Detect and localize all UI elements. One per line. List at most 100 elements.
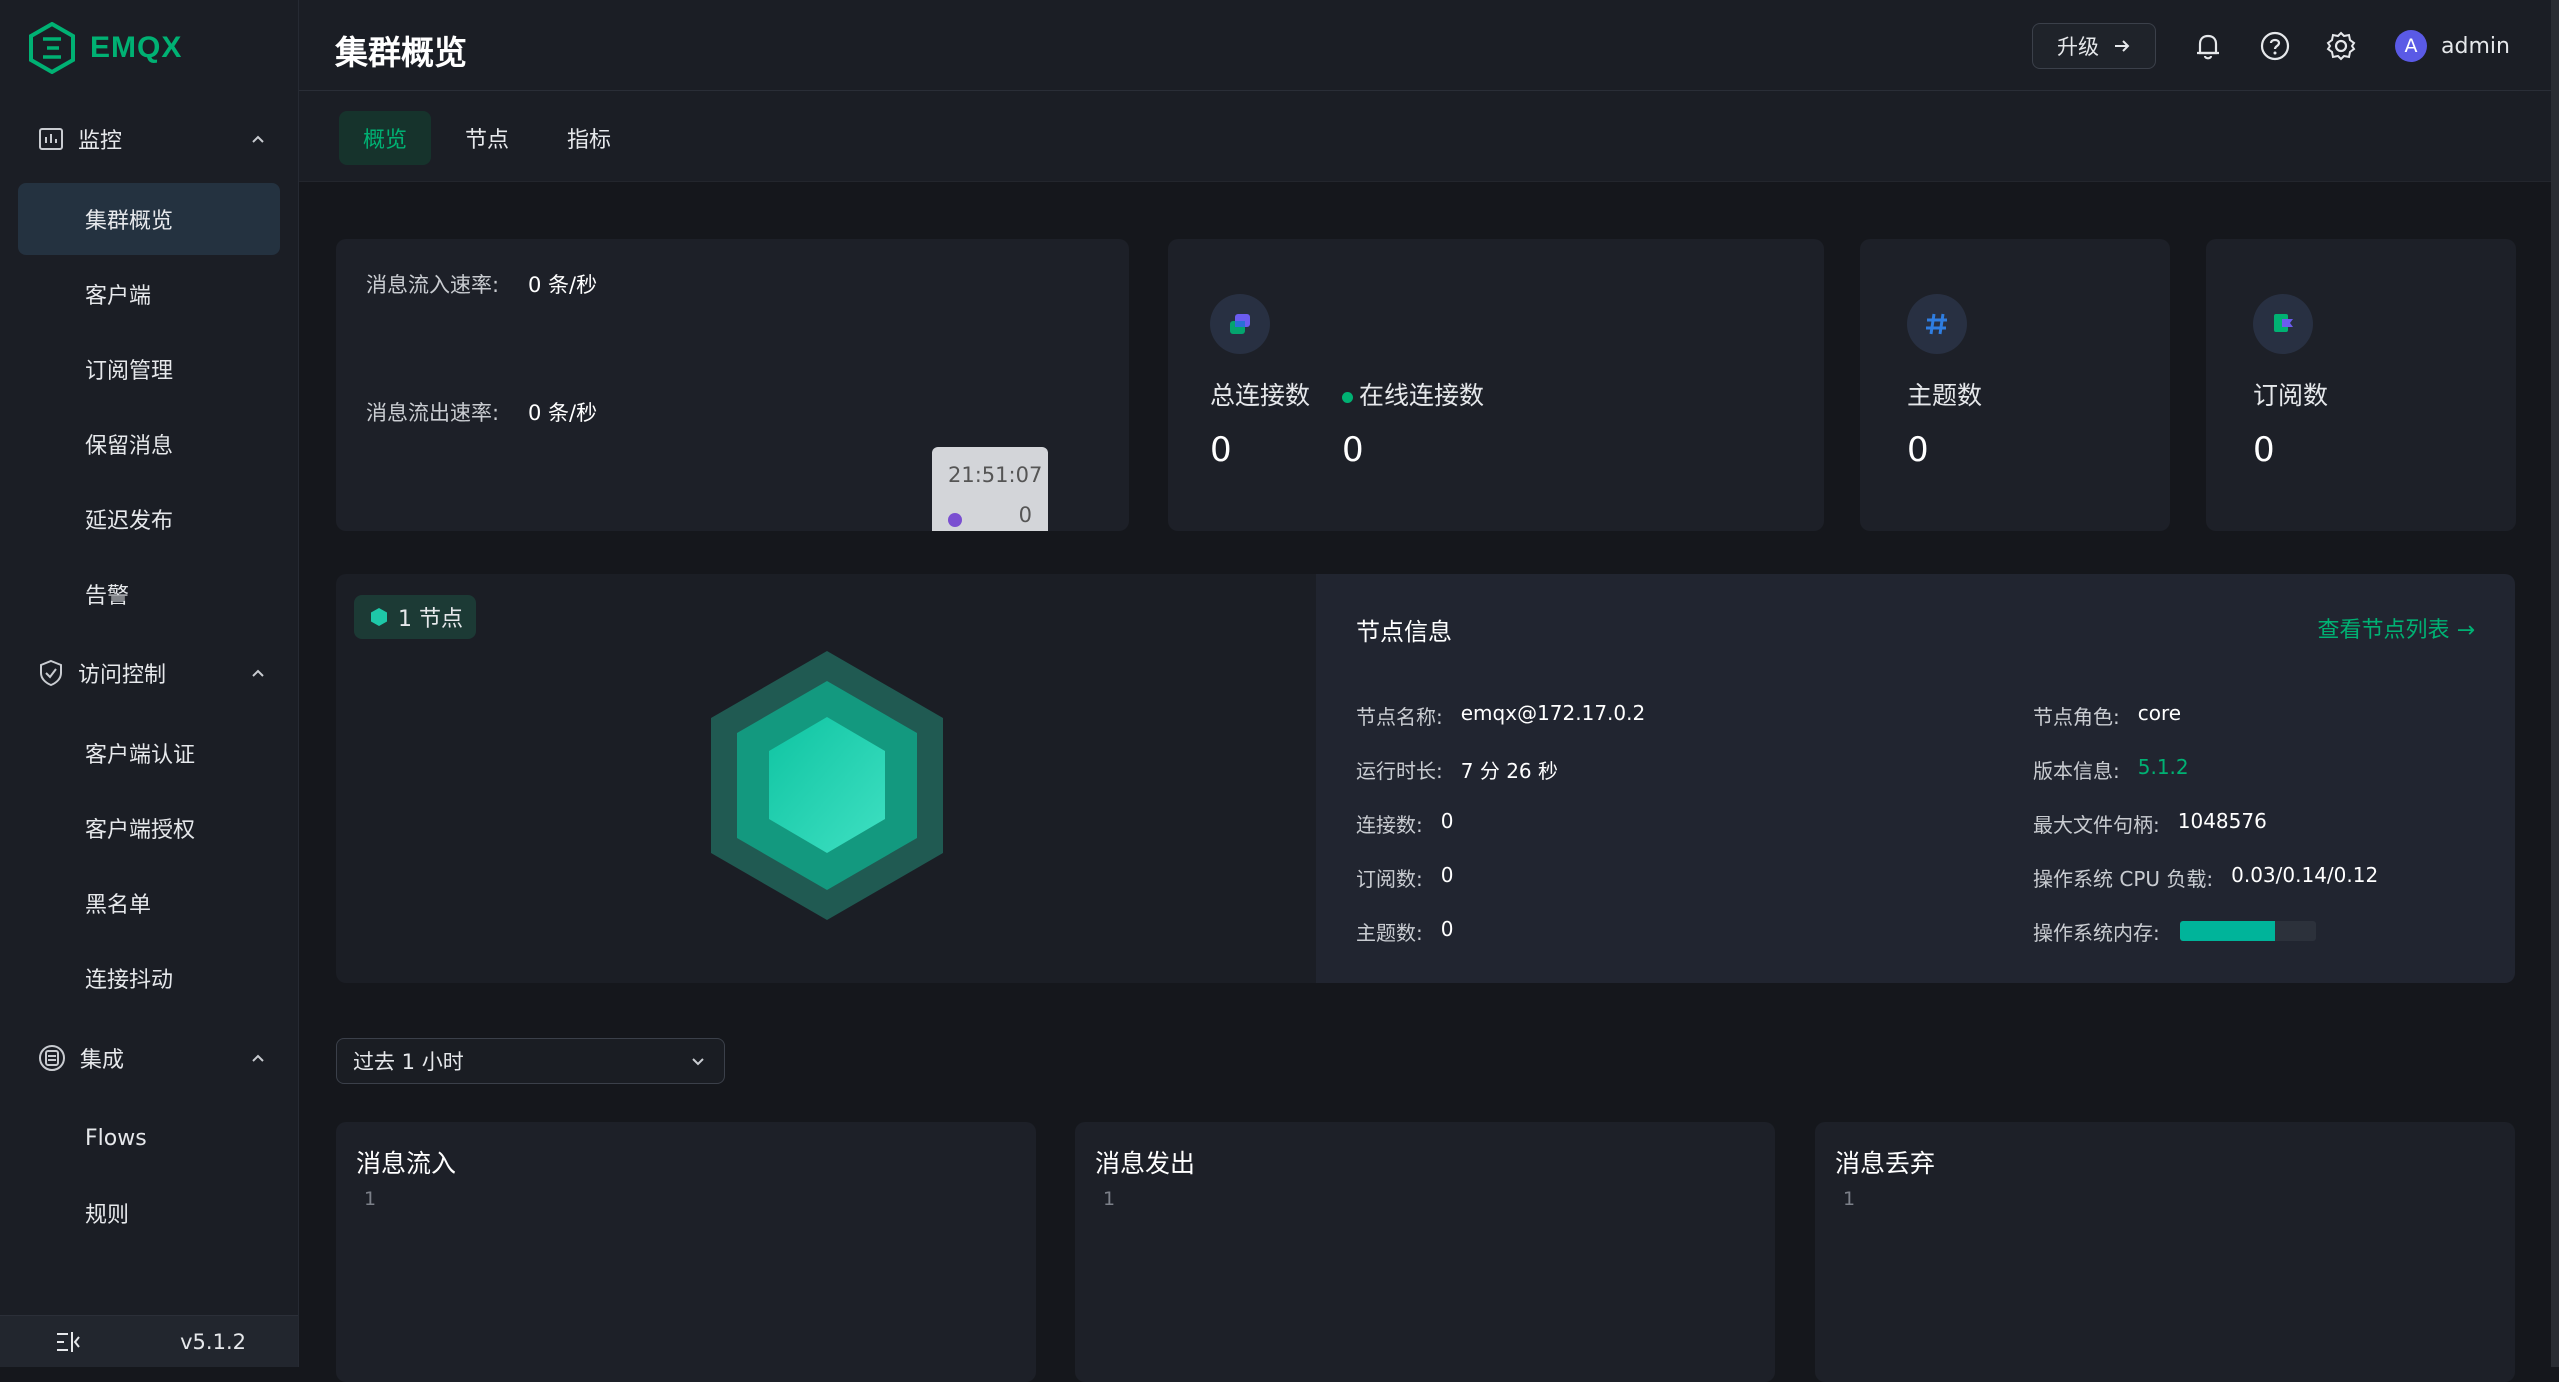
topics-key: 主题数: <box>1356 921 1423 945</box>
topics-label: 主题数 <box>1907 381 1983 410</box>
memory-row: 操作系统内存: <box>2033 917 2160 946</box>
subscription-icon <box>2253 294 2313 354</box>
metric-card-sent: 消息发出 1 <box>1075 1122 1775 1382</box>
metric-title: 消息发出 <box>1095 1149 1196 1178</box>
sidebar-item-authz[interactable]: 客户端授权 <box>18 792 280 864</box>
arrow-right-icon <box>2115 40 2130 52</box>
user-menu[interactable]: A admin <box>2395 30 2510 62</box>
top-header: 集群概览 升级 A admin <box>299 0 2551 91</box>
bell-icon[interactable] <box>2192 30 2224 62</box>
view-node-list-link[interactable]: 查看节点列表 → <box>2318 612 2475 644</box>
total-connections-value: 0 <box>1210 430 1232 470</box>
uptime-row: 运行时长: 7 分 26 秒 <box>1356 755 1558 784</box>
arrow-right-icon: → <box>2456 618 2475 643</box>
nav-group-label: 集成 <box>80 1048 125 1073</box>
metric-title: 消息丢弃 <box>1835 1149 1936 1178</box>
chevron-up-icon <box>252 669 264 677</box>
sidebar-item-cluster-overview[interactable]: 集群概览 <box>18 183 280 255</box>
online-status-dot <box>1342 391 1353 403</box>
subscriptions-count-value: 0 <box>1440 863 1454 887</box>
sidebar-item-subscriptions[interactable]: 订阅管理 <box>18 333 280 405</box>
integration-icon <box>39 1045 65 1071</box>
rate-out-label: 消息流出速率: <box>366 401 500 425</box>
hexagon-icon <box>371 608 387 626</box>
tab-overview[interactable]: 概览 <box>339 111 432 165</box>
sidebar-item-label: 客户端认证 <box>85 743 196 768</box>
sidebar-item-delayed[interactable]: 延迟发布 <box>18 483 280 555</box>
message-rate-card: 消息流入速率: 0 条/秒 消息流出速率: 0 条/秒 21:51:07 0 <box>336 239 1129 531</box>
help-icon[interactable] <box>2259 30 2291 62</box>
sidebar-item-label: 黑名单 <box>85 893 152 918</box>
sidebar-item-clients[interactable]: 客户端 <box>18 258 280 330</box>
nav-group-integration[interactable]: 集成 <box>38 1038 268 1078</box>
sidebar-item-alarms[interactable]: 告警 <box>18 558 280 630</box>
subscriptions-value: 0 <box>2253 430 2275 470</box>
sidebar-item-label: 连接抖动 <box>85 968 174 993</box>
node-name-key: 节点名称: <box>1356 705 1443 729</box>
sidebar-item-retained[interactable]: 保留消息 <box>18 408 280 480</box>
sidebar-item-label: 延迟发布 <box>85 509 174 534</box>
sidebar-item-authn[interactable]: 客户端认证 <box>18 717 280 789</box>
metric-card-received: 消息流入 1 <box>336 1122 1036 1382</box>
nav-group-label: 监控 <box>78 129 123 154</box>
upgrade-button[interactable]: 升级 <box>2032 23 2156 69</box>
page-scrollbar[interactable] <box>2551 0 2559 1367</box>
gear-icon[interactable] <box>2325 30 2357 62</box>
subscriptions-card: 订阅数 0 <box>2206 239 2516 531</box>
shield-icon <box>40 659 62 687</box>
nav-group-monitor[interactable]: 监控 <box>38 119 268 159</box>
app-version: v5.1.2 <box>180 1329 246 1354</box>
subscriptions-key: 订阅数: <box>1356 867 1423 891</box>
sidebar-item-label: Flows <box>85 1125 147 1151</box>
node-name-row: 节点名称: emqx@172.17.0.2 <box>1356 701 1645 730</box>
connections-icon <box>1210 294 1270 354</box>
uptime-value: 7 分 26 秒 <box>1460 759 1558 783</box>
page-title: 集群概览 <box>335 33 467 72</box>
sidebar-item-label: 规则 <box>85 1203 130 1228</box>
series-dot <box>948 513 962 527</box>
metric-title: 消息流入 <box>356 1149 457 1178</box>
memory-usage-bar <box>2180 921 2316 941</box>
sidebar-item-label: 告警 <box>85 584 130 609</box>
tab-metrics[interactable]: 指标 <box>543 111 635 165</box>
connections-row: 连接数: 0 <box>1356 809 1453 838</box>
metric-card-dropped: 消息丢弃 1 <box>1815 1122 2515 1382</box>
time-range-value: 过去 1 小时 <box>353 1050 464 1074</box>
connections-value: 0 <box>1440 809 1454 833</box>
collapse-sidebar-icon[interactable] <box>54 1330 82 1354</box>
connections-key: 连接数: <box>1356 813 1423 837</box>
sidebar-item-label: 保留消息 <box>85 434 174 459</box>
tabs-bar: 概览 节点 指标 <box>299 91 2551 182</box>
sidebar: EMQX 监控 集群概览 客户端 订阅管理 保留消息 延迟发布 告警 访问控制 … <box>0 0 299 1367</box>
node-role-row: 节点角色: core <box>2033 701 2181 730</box>
time-range-select[interactable]: 过去 1 小时 <box>336 1038 725 1084</box>
username: admin <box>2441 33 2510 59</box>
logo-text: EMQX <box>90 31 183 64</box>
topics-count-value: 0 <box>1440 917 1454 941</box>
memory-key: 操作系统内存: <box>2033 921 2160 945</box>
chart-icon <box>39 128 63 150</box>
online-connections-value: 0 <box>1342 430 1364 470</box>
cpu-load-value: 0.03/0.14/0.12 <box>2231 863 2379 887</box>
logo[interactable]: EMQX <box>28 22 182 74</box>
sidebar-item-flapping[interactable]: 连接抖动 <box>18 942 280 1014</box>
node-hexagon[interactable] <box>707 651 947 921</box>
topics-value: 0 <box>1907 430 1929 470</box>
node-count-label: 1 节点 <box>398 607 463 632</box>
tab-nodes[interactable]: 节点 <box>441 111 533 165</box>
sidebar-item-rules[interactable]: 规则 <box>18 1177 280 1249</box>
node-info-panel: 节点信息 查看节点列表 → 节点名称: emqx@172.17.0.2 运行时长:… <box>1316 574 2515 983</box>
nav-group-access-control[interactable]: 访问控制 <box>38 653 268 693</box>
sidebar-item-flows[interactable]: Flows <box>18 1102 280 1174</box>
subscriptions-row: 订阅数: 0 <box>1356 863 1453 892</box>
sidebar-item-blacklist[interactable]: 黑名单 <box>18 867 280 939</box>
cpu-load-row: 操作系统 CPU 负载: 0.03/0.14/0.12 <box>2033 863 2378 892</box>
total-connections-label: 总连接数 <box>1210 381 1311 410</box>
cpu-load-key: 操作系统 CPU 负载: <box>2033 867 2214 891</box>
max-fds-value: 1048576 <box>2177 809 2267 833</box>
online-connections-label: 在线连接数 <box>1342 376 1484 412</box>
rate-in-value: 0 条/秒 <box>528 273 598 297</box>
sidebar-footer: v5.1.2 <box>0 1315 298 1367</box>
nav-group-label: 访问控制 <box>78 663 167 688</box>
chevron-down-icon <box>692 1058 704 1066</box>
